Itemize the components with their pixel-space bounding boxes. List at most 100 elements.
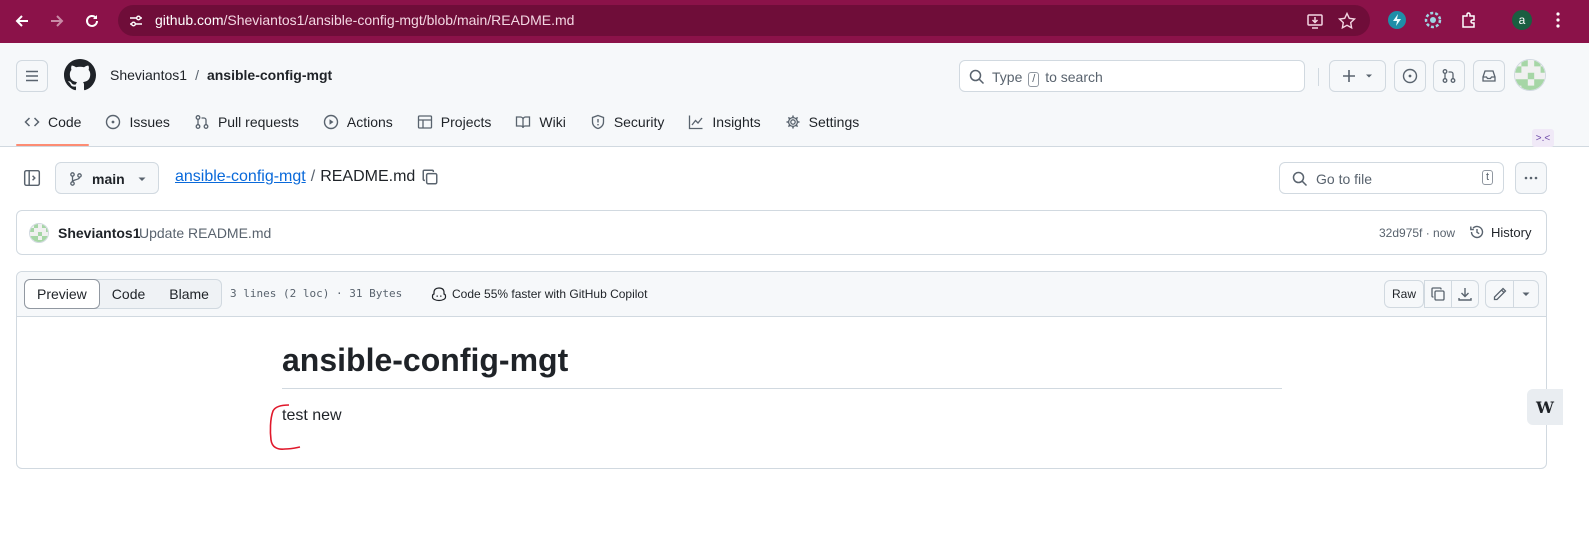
tab-label: Actions	[346, 114, 393, 130]
arrow-left-icon	[15, 15, 28, 27]
expand-file-tree-button[interactable]	[20, 166, 44, 190]
github-header: Sheviantos1 / ansible-config-mgt Type / to…	[0, 43, 1589, 147]
tab-insights[interactable]: Insights	[680, 106, 768, 138]
latest-commit-bar: Sheviantos1 Update README.md 32d975f · n…	[16, 210, 1547, 255]
browser-menu-icon[interactable]	[1548, 10, 1568, 30]
user-avatar[interactable]	[1514, 59, 1546, 91]
table-icon	[417, 115, 432, 129]
readme-heading: ansible-config-mgt	[282, 342, 1282, 389]
gear-icon	[786, 115, 800, 129]
history-button[interactable]: History	[1469, 224, 1531, 240]
book-icon	[516, 116, 531, 129]
graph-icon	[689, 115, 703, 130]
history-icon	[1470, 225, 1484, 239]
triangle-down-icon	[1522, 292, 1530, 296]
pencil-icon	[1493, 287, 1506, 301]
go-to-file-placeholder: Go to file	[1316, 171, 1373, 187]
file-path-breadcrumb: ansible-config-mgt / README.md	[175, 168, 415, 186]
blame-view-button[interactable]: Blame	[157, 280, 221, 308]
pull-requests-button[interactable]	[1433, 60, 1465, 92]
repo-root-link[interactable]: ansible-config-mgt	[175, 168, 306, 185]
tab-issues[interactable]: Issues	[97, 106, 177, 138]
more-options-button[interactable]	[1515, 162, 1547, 194]
search-input[interactable]: Type / to search	[959, 60, 1305, 92]
play-icon	[323, 114, 339, 130]
edit-file-button[interactable]	[1485, 280, 1514, 308]
copilot-icon	[431, 287, 447, 302]
view-switcher: Preview Code Blame	[24, 279, 222, 309]
tab-label: Insights	[712, 114, 761, 130]
go-to-file-input[interactable]: Go to file t	[1279, 162, 1504, 194]
search-icon	[969, 69, 985, 85]
menu-button[interactable]	[16, 60, 48, 92]
browser-toolbar: github.com/Sheviantos1/ansible-config-mg…	[0, 0, 1589, 43]
copy-path-icon[interactable]	[421, 168, 439, 186]
triangle-down-icon	[138, 177, 146, 181]
edit-options-button[interactable]	[1513, 280, 1539, 308]
kebab-horizontal-icon	[1524, 176, 1538, 180]
star-icon[interactable]	[1337, 11, 1357, 31]
url-host: github.com	[155, 12, 224, 28]
extension-icon[interactable]	[1387, 10, 1407, 30]
plus-icon	[1342, 70, 1355, 82]
shield-icon	[591, 114, 604, 130]
commit-message[interactable]: Update README.md	[139, 225, 271, 241]
copilot-promo[interactable]: Code 55% faster with GitHub Copilot	[431, 286, 647, 302]
tab-label: Code	[48, 114, 82, 130]
reload-button[interactable]	[79, 8, 105, 34]
install-app-icon[interactable]	[1305, 11, 1325, 31]
search-icon	[1292, 171, 1308, 187]
branch-selector[interactable]: main	[55, 162, 159, 194]
commit-author-avatar[interactable]	[29, 223, 49, 243]
search-prefix: Type	[992, 69, 1023, 85]
tab-actions[interactable]: Actions	[315, 106, 401, 138]
inbox-button[interactable]	[1473, 60, 1505, 92]
file-name: README.md	[320, 168, 416, 185]
tab-label: Issues	[129, 114, 170, 130]
branch-name: main	[92, 171, 125, 187]
copilot-text: Code 55% faster with GitHub Copilot	[452, 287, 648, 301]
tab-settings[interactable]: Settings	[777, 106, 868, 138]
tab-wiki[interactable]: Wiki	[507, 106, 573, 138]
copy-icon	[1431, 287, 1445, 301]
settings-extension-icon[interactable]	[1423, 10, 1443, 30]
preview-view-button[interactable]: Preview	[24, 279, 100, 309]
tab-projects[interactable]: Projects	[409, 106, 500, 138]
profile-avatar[interactable]: a	[1512, 10, 1532, 30]
side-extension-badge[interactable]: >.<	[1532, 129, 1554, 147]
red-bracket-annotation	[269, 404, 301, 450]
file-line-info: 3 lines (2 loc) · 31 Bytes	[230, 287, 403, 300]
repo-link[interactable]: ansible-config-mgt	[207, 67, 332, 83]
arrow-right-icon	[51, 15, 64, 27]
tab-security[interactable]: Security	[582, 106, 673, 138]
github-logo-icon[interactable]	[64, 59, 96, 91]
go-to-file-shortcut: t	[1481, 170, 1493, 185]
copy-raw-button[interactable]	[1424, 280, 1452, 308]
address-bar[interactable]: github.com/Sheviantos1/ansible-config-mg…	[118, 5, 1370, 36]
floating-widget-button[interactable]: W	[1527, 389, 1563, 425]
inbox-icon	[1482, 70, 1496, 82]
tab-pull-requests[interactable]: Pull requests	[186, 106, 307, 138]
puzzle-icon[interactable]	[1459, 10, 1479, 30]
pull-request-icon	[195, 115, 209, 129]
download-button[interactable]	[1451, 280, 1479, 308]
forward-button[interactable]	[44, 8, 70, 34]
site-settings-icon[interactable]	[127, 12, 145, 30]
header-divider	[1318, 68, 1319, 86]
url-text: github.com/Sheviantos1/ansible-config-mg…	[155, 12, 574, 28]
download-icon	[1458, 288, 1472, 301]
issues-button[interactable]	[1394, 60, 1426, 92]
path-separator: /	[310, 168, 316, 185]
tab-code[interactable]: Code	[16, 106, 90, 146]
git-branch-icon	[70, 172, 82, 186]
create-new-button[interactable]	[1329, 60, 1386, 92]
commit-author[interactable]: Sheviantos1	[58, 225, 140, 241]
owner-link[interactable]: Sheviantos1	[110, 67, 187, 83]
raw-button[interactable]: Raw	[1384, 280, 1424, 308]
commit-sha-time[interactable]: 32d975f · now	[1379, 226, 1455, 240]
code-view-button[interactable]: Code	[100, 280, 157, 308]
hamburger-icon	[26, 70, 38, 82]
back-button[interactable]	[9, 8, 35, 34]
identicon-icon	[1515, 60, 1545, 90]
url-path: /Sheviantos1/ansible-config-mgt/blob/mai…	[223, 12, 575, 28]
